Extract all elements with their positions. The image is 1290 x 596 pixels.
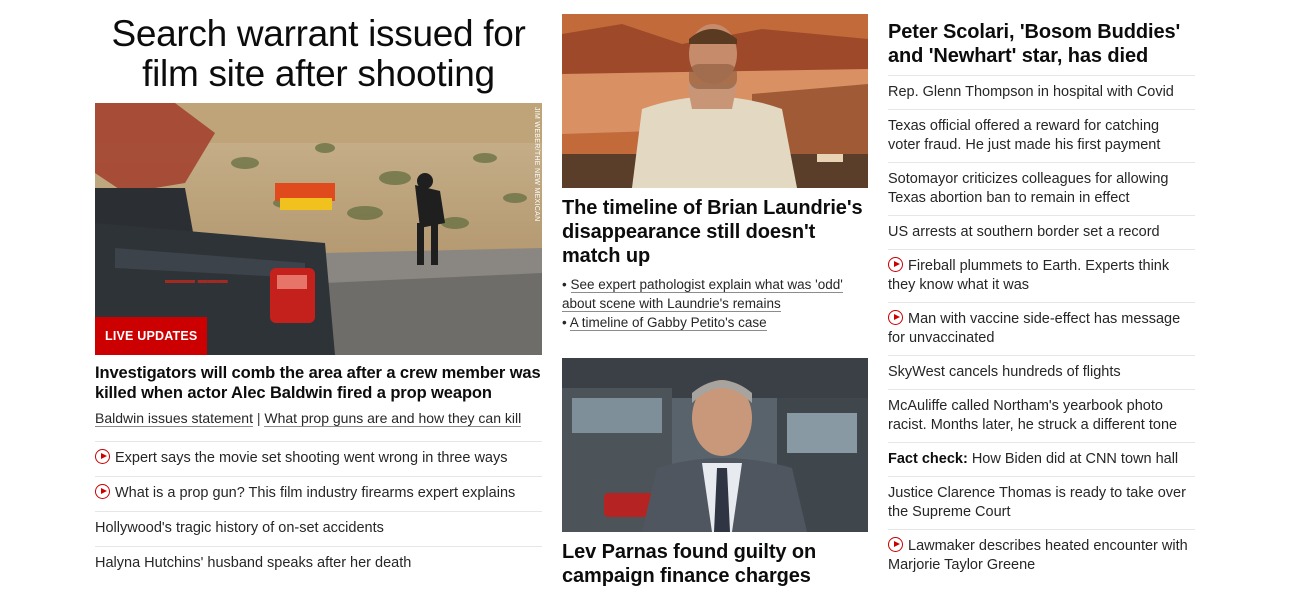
list-item[interactable]: Sotomayor criticizes colleagues for allo… bbox=[888, 162, 1195, 215]
bullet-item: • See expert pathologist explain what wa… bbox=[562, 275, 868, 313]
list-item[interactable]: Rep. Glenn Thompson in hospital with Cov… bbox=[888, 75, 1195, 109]
list-item-text: US arrests at southern border set a reco… bbox=[888, 224, 1160, 240]
col3-story-list: Rep. Glenn Thompson in hospital with Cov… bbox=[888, 75, 1195, 582]
list-item-text: Rep. Glenn Thompson in hospital with Cov… bbox=[888, 84, 1174, 100]
play-circle-icon bbox=[888, 310, 903, 325]
list-item[interactable]: What is a prop gun? This film industry f… bbox=[95, 476, 542, 511]
list-item-text: McAuliffe called Northam's yearbook phot… bbox=[888, 398, 1178, 433]
list-item[interactable]: Expert says the movie set shooting went … bbox=[95, 441, 542, 476]
main-headline[interactable]: Search warrant issued for film site afte… bbox=[95, 14, 542, 94]
list-item-text: What is a prop gun? This film industry f… bbox=[115, 485, 516, 501]
bullet-item: • A timeline of Gabby Petito's case bbox=[562, 313, 868, 332]
live-updates-badge[interactable]: LIVE UPDATES bbox=[95, 317, 208, 355]
col1-story-list: Expert says the movie set shooting went … bbox=[95, 441, 542, 581]
scolari-headline[interactable]: Peter Scolari, 'Bosom Buddies' and 'Newh… bbox=[888, 20, 1195, 75]
list-item-text: Fireball plummets to Earth. Experts thin… bbox=[888, 258, 1170, 293]
bullet-link-pathologist[interactable]: See expert pathologist explain what was … bbox=[562, 277, 843, 312]
list-item[interactable]: Man with vaccine side-effect has message… bbox=[888, 302, 1195, 355]
headlines-column: Peter Scolari, 'Bosom Buddies' and 'Newh… bbox=[888, 20, 1195, 582]
laundrie-story-title[interactable]: The timeline of Brian Laundrie's disappe… bbox=[562, 196, 868, 268]
related-link-baldwin-statement[interactable]: Baldwin issues statement bbox=[95, 410, 253, 427]
list-item[interactable]: Halyna Hutchins' husband speaks after he… bbox=[95, 546, 542, 581]
fact-check-label: Fact check: bbox=[888, 451, 968, 467]
list-item-text: Hollywood's tragic history of on-set acc… bbox=[95, 520, 384, 536]
list-item-text: Texas official offered a reward for catc… bbox=[888, 118, 1161, 153]
hero-image[interactable]: ▬▬▬ ▬▬▬ JIM WEBER/THE NEW MEXICAN LIVE U… bbox=[95, 103, 542, 355]
bullet-mark: • bbox=[562, 315, 567, 330]
list-item-text: Man with vaccine side-effect has message… bbox=[888, 311, 1181, 346]
list-item[interactable]: Texas official offered a reward for catc… bbox=[888, 109, 1195, 162]
bullet-link-petito-timeline[interactable]: A timeline of Gabby Petito's case bbox=[569, 315, 767, 331]
list-item-text: Sotomayor criticizes colleagues for allo… bbox=[888, 171, 1169, 206]
svg-text:▬▬▬ ▬▬▬: ▬▬▬ ▬▬▬ bbox=[165, 275, 228, 286]
list-item[interactable]: McAuliffe called Northam's yearbook phot… bbox=[888, 389, 1195, 442]
list-item-text: Justice Clarence Thomas is ready to take… bbox=[888, 485, 1186, 520]
laundrie-related-links: • See expert pathologist explain what wa… bbox=[562, 275, 868, 332]
parnas-story-title[interactable]: Lev Parnas found guilty on campaign fina… bbox=[562, 540, 868, 588]
list-item-text: Expert says the movie set shooting went … bbox=[115, 450, 508, 466]
list-item[interactable]: Lawmaker describes heated encounter with… bbox=[888, 529, 1195, 582]
related-links: Baldwin issues statement | What prop gun… bbox=[95, 409, 542, 427]
play-circle-icon bbox=[95, 449, 110, 464]
list-item-text: Halyna Hutchins' husband speaks after he… bbox=[95, 555, 412, 571]
list-item[interactable]: Fact check: How Biden did at CNN town ha… bbox=[888, 442, 1195, 476]
play-circle-icon bbox=[95, 484, 110, 499]
laundrie-story-image[interactable] bbox=[562, 14, 868, 188]
related-separator: | bbox=[256, 410, 261, 426]
list-item[interactable]: Fireball plummets to Earth. Experts thin… bbox=[888, 249, 1195, 302]
desert-portrait-photo bbox=[562, 14, 868, 188]
list-item-text: How Biden did at CNN town hall bbox=[971, 451, 1179, 467]
play-circle-icon bbox=[888, 257, 903, 272]
list-item[interactable]: US arrests at southern border set a reco… bbox=[888, 215, 1195, 249]
bullet-mark: • bbox=[562, 277, 567, 292]
main-story-column: Search warrant issued for film site afte… bbox=[95, 14, 542, 581]
lead-story-title[interactable]: Investigators will comb the area after a… bbox=[95, 363, 542, 403]
photo-credit: JIM WEBER/THE NEW MEXICAN bbox=[533, 107, 540, 222]
play-circle-icon bbox=[888, 537, 903, 552]
secondary-stories-column: The timeline of Brian Laundrie's disappe… bbox=[562, 14, 868, 588]
courthouse-photo bbox=[562, 358, 868, 532]
list-item-text: Lawmaker describes heated encounter with… bbox=[888, 538, 1188, 573]
parnas-story-image[interactable] bbox=[562, 358, 868, 532]
list-item[interactable]: SkyWest cancels hundreds of flights bbox=[888, 355, 1195, 389]
list-item[interactable]: Hollywood's tragic history of on-set acc… bbox=[95, 511, 542, 546]
list-item[interactable]: Justice Clarence Thomas is ready to take… bbox=[888, 476, 1195, 529]
related-link-prop-guns[interactable]: What prop guns are and how they can kill bbox=[264, 410, 522, 427]
list-item-text: SkyWest cancels hundreds of flights bbox=[888, 364, 1121, 380]
